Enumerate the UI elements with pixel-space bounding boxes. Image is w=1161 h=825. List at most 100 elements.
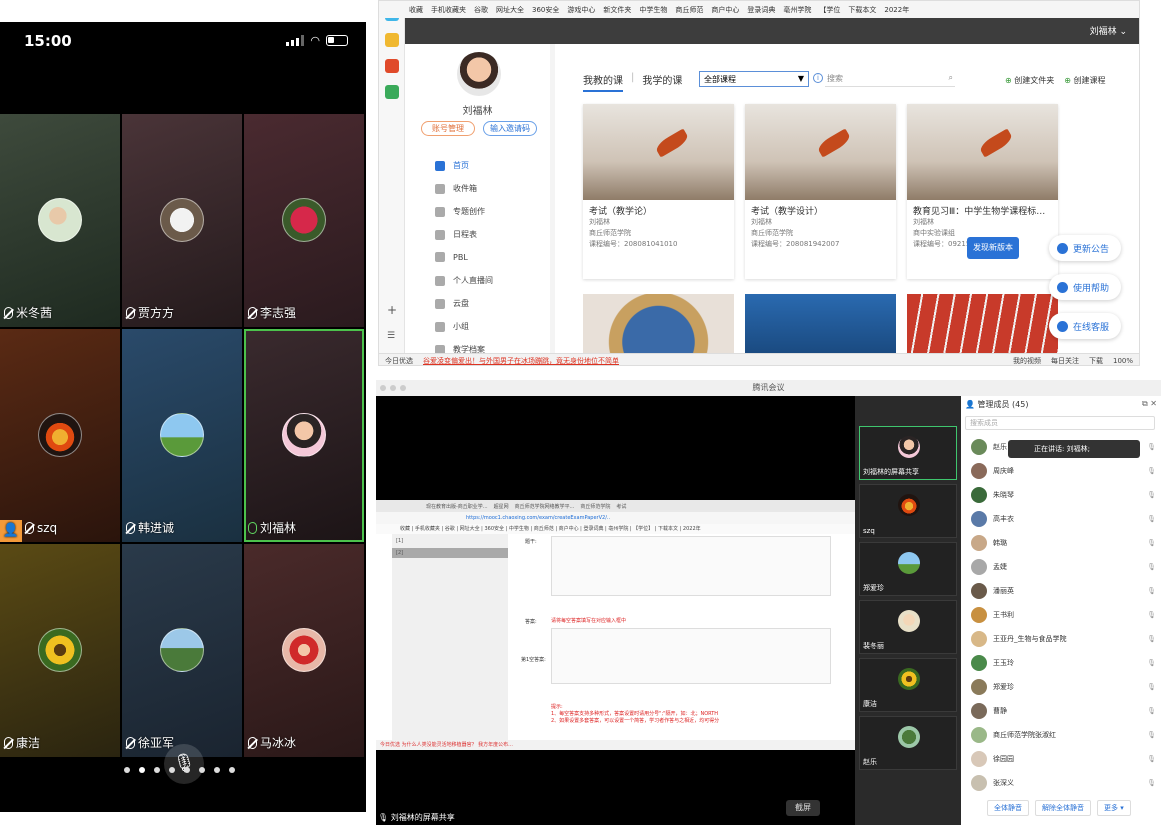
- participant-tile[interactable]: 👤 szq: [0, 329, 120, 542]
- inner-tab[interactable]: 超星网: [494, 503, 509, 510]
- mic-off-icon[interactable]: 🎙: [1147, 683, 1156, 691]
- course-card[interactable]: [907, 294, 1058, 354]
- bookmark-item[interactable]: 亳州学院: [783, 5, 811, 15]
- member-row[interactable]: 商丘师范学院张淑红 🎙: [971, 724, 1156, 746]
- app-icon[interactable]: [385, 85, 399, 99]
- close-icon[interactable]: [380, 385, 386, 391]
- bookmark-item[interactable]: 2022年: [884, 5, 909, 15]
- add-icon[interactable]: +: [387, 303, 397, 317]
- bookmark-item[interactable]: 360安全: [532, 5, 559, 15]
- bookmark-item[interactable]: 谷歌: [474, 5, 488, 15]
- nav-item-cloud[interactable]: 云盘: [435, 298, 469, 309]
- nav-item-live[interactable]: 个人直播间: [435, 275, 493, 286]
- course-card[interactable]: [583, 294, 734, 354]
- bookmark-item[interactable]: 收藏: [409, 5, 423, 15]
- create-course-button[interactable]: ⊕ 创建课程: [1064, 75, 1105, 86]
- mic-off-icon[interactable]: 🎙: [1147, 707, 1156, 715]
- nav-item-schedule[interactable]: 日程表: [435, 229, 477, 240]
- video-tile[interactable]: szq: [859, 484, 957, 538]
- members-search-input[interactable]: 搜索成员: [965, 416, 1155, 430]
- participant-tile[interactable]: 康洁: [0, 544, 120, 757]
- invite-code-button[interactable]: 输入邀请码: [483, 121, 537, 136]
- mic-off-icon[interactable]: 🎙: [1147, 467, 1156, 475]
- nav-item-group[interactable]: 小组: [435, 321, 469, 332]
- mic-off-icon[interactable]: 🎙: [1147, 491, 1156, 499]
- bookmark-item[interactable]: 新文件夹: [603, 5, 631, 15]
- participant-tile-active-speaker[interactable]: 刘福林: [244, 329, 364, 542]
- nav-item-topics[interactable]: 专题创作: [435, 206, 485, 217]
- mic-off-icon[interactable]: 🎙: [1147, 779, 1156, 787]
- stem-editor[interactable]: [551, 536, 831, 596]
- daily-focus[interactable]: 每日关注: [1051, 356, 1079, 366]
- bookmark-item[interactable]: 游戏中心: [567, 5, 595, 15]
- info-icon[interactable]: i: [813, 73, 823, 83]
- bookmark-item[interactable]: 商丘师范: [675, 5, 703, 15]
- mic-off-icon[interactable]: 🎙: [1147, 659, 1156, 667]
- user-menu[interactable]: 刘福林 ⌄: [1090, 24, 1127, 37]
- course-card[interactable]: 考试（教学论） 刘福林 商丘师范学院 课程编号：208081041010: [583, 104, 734, 279]
- mic-off-icon[interactable]: 🎙: [1147, 731, 1156, 739]
- participant-tile[interactable]: 贾方方: [122, 114, 242, 327]
- course-search-input[interactable]: 搜索 ⌕: [825, 71, 955, 87]
- more-button[interactable]: 更多 ▾: [1097, 800, 1131, 816]
- member-row[interactable]: 张深义 🎙: [971, 772, 1156, 794]
- window-controls[interactable]: [380, 385, 406, 391]
- nav-item-pbl[interactable]: PBL: [435, 252, 468, 262]
- create-folder-button[interactable]: ⊕ 创建文件夹: [1005, 75, 1054, 86]
- bookmark-item[interactable]: 【学位: [819, 5, 840, 15]
- update-notice-button[interactable]: 更新公告: [1049, 235, 1121, 261]
- question-list-item-selected[interactable]: [392, 548, 508, 558]
- bookmark-item[interactable]: 登录词典: [747, 5, 775, 15]
- mute-toggle-button[interactable]: 🎙: [164, 744, 204, 784]
- video-tile[interactable]: 赵乐: [859, 716, 957, 770]
- bookmark-item[interactable]: 手机收藏夹: [431, 5, 466, 15]
- mic-off-icon[interactable]: 🎙: [1147, 539, 1156, 547]
- member-row[interactable]: 韩璐 🎙: [971, 532, 1156, 554]
- mic-off-icon[interactable]: 🎙: [1147, 611, 1156, 619]
- mic-off-icon[interactable]: 🎙: [1147, 443, 1156, 451]
- mic-off-icon[interactable]: 🎙: [1147, 515, 1156, 523]
- weibo-icon[interactable]: [385, 59, 399, 73]
- close-icon[interactable]: ✕: [1150, 399, 1157, 408]
- participant-tile[interactable]: 李志强: [244, 114, 364, 327]
- help-button[interactable]: 使用帮助: [1049, 274, 1121, 300]
- course-card[interactable]: 考试（教学设计） 刘福林 商丘师范学院 课程编号：208081942007: [745, 104, 896, 279]
- video-tile[interactable]: 裴冬丽: [859, 600, 957, 654]
- tab-teaching[interactable]: 我教的课: [583, 72, 623, 92]
- mic-off-icon[interactable]: 🎙: [1147, 563, 1156, 571]
- nav-item-inbox[interactable]: 收件箱: [435, 183, 477, 194]
- video-tile[interactable]: 刘福林的屏幕共享: [859, 426, 957, 480]
- member-row[interactable]: 潘丽英 🎙: [971, 580, 1156, 602]
- mic-off-icon[interactable]: 🎙: [1147, 635, 1156, 643]
- nav-item-home[interactable]: 首页: [435, 160, 469, 171]
- maximize-icon[interactable]: [400, 385, 406, 391]
- member-row[interactable]: 高丰衣 🎙: [971, 508, 1156, 530]
- mic-off-icon[interactable]: 🎙: [1147, 587, 1156, 595]
- bookmark-item[interactable]: 网址大全: [496, 5, 524, 15]
- news-ticker[interactable]: 谷爱凌变偏爱出！与外国男子在冰场蹦跳，竟无身份地位不简单: [423, 356, 619, 366]
- member-row[interactable]: 朱晓琴 🎙: [971, 484, 1156, 506]
- downloads[interactable]: 下载: [1089, 356, 1103, 366]
- video-tile[interactable]: 郑爱珍: [859, 542, 957, 596]
- question-list-item[interactable]: [2]: [396, 550, 403, 556]
- participant-tile[interactable]: 马冰冰: [244, 544, 364, 757]
- inner-tab[interactable]: 商丘师范学院网络教学平...: [515, 503, 575, 510]
- bookmark-item[interactable]: 下载本文: [848, 5, 876, 15]
- tab-learning[interactable]: 我学的课: [642, 72, 682, 92]
- inner-tab[interactable]: 现在教育出版-商丘职业学...: [426, 503, 488, 510]
- star-icon[interactable]: [385, 33, 399, 47]
- participant-tile[interactable]: 米冬茜: [0, 114, 120, 327]
- participant-tile[interactable]: 徐亚军: [122, 544, 242, 757]
- minimize-icon[interactable]: [390, 385, 396, 391]
- question-list-item[interactable]: [1]: [396, 538, 403, 544]
- inner-tab[interactable]: 商丘师范学院: [580, 503, 610, 510]
- popout-icon[interactable]: ⧉: [1142, 399, 1148, 408]
- my-videos[interactable]: 我的视频: [1013, 356, 1041, 366]
- bookmark-item[interactable]: 商户中心: [711, 5, 739, 15]
- member-row[interactable]: 周庆峰 🎙: [971, 460, 1156, 482]
- inner-address-bar[interactable]: https://mooc1.chaoxing.com/exam/createEx…: [376, 512, 855, 524]
- member-row[interactable]: 郑爱珍 🎙: [971, 676, 1156, 698]
- video-tile[interactable]: 康洁: [859, 658, 957, 712]
- new-version-tip[interactable]: 发现新版本: [967, 237, 1019, 259]
- account-manage-button[interactable]: 账号管理: [421, 121, 475, 136]
